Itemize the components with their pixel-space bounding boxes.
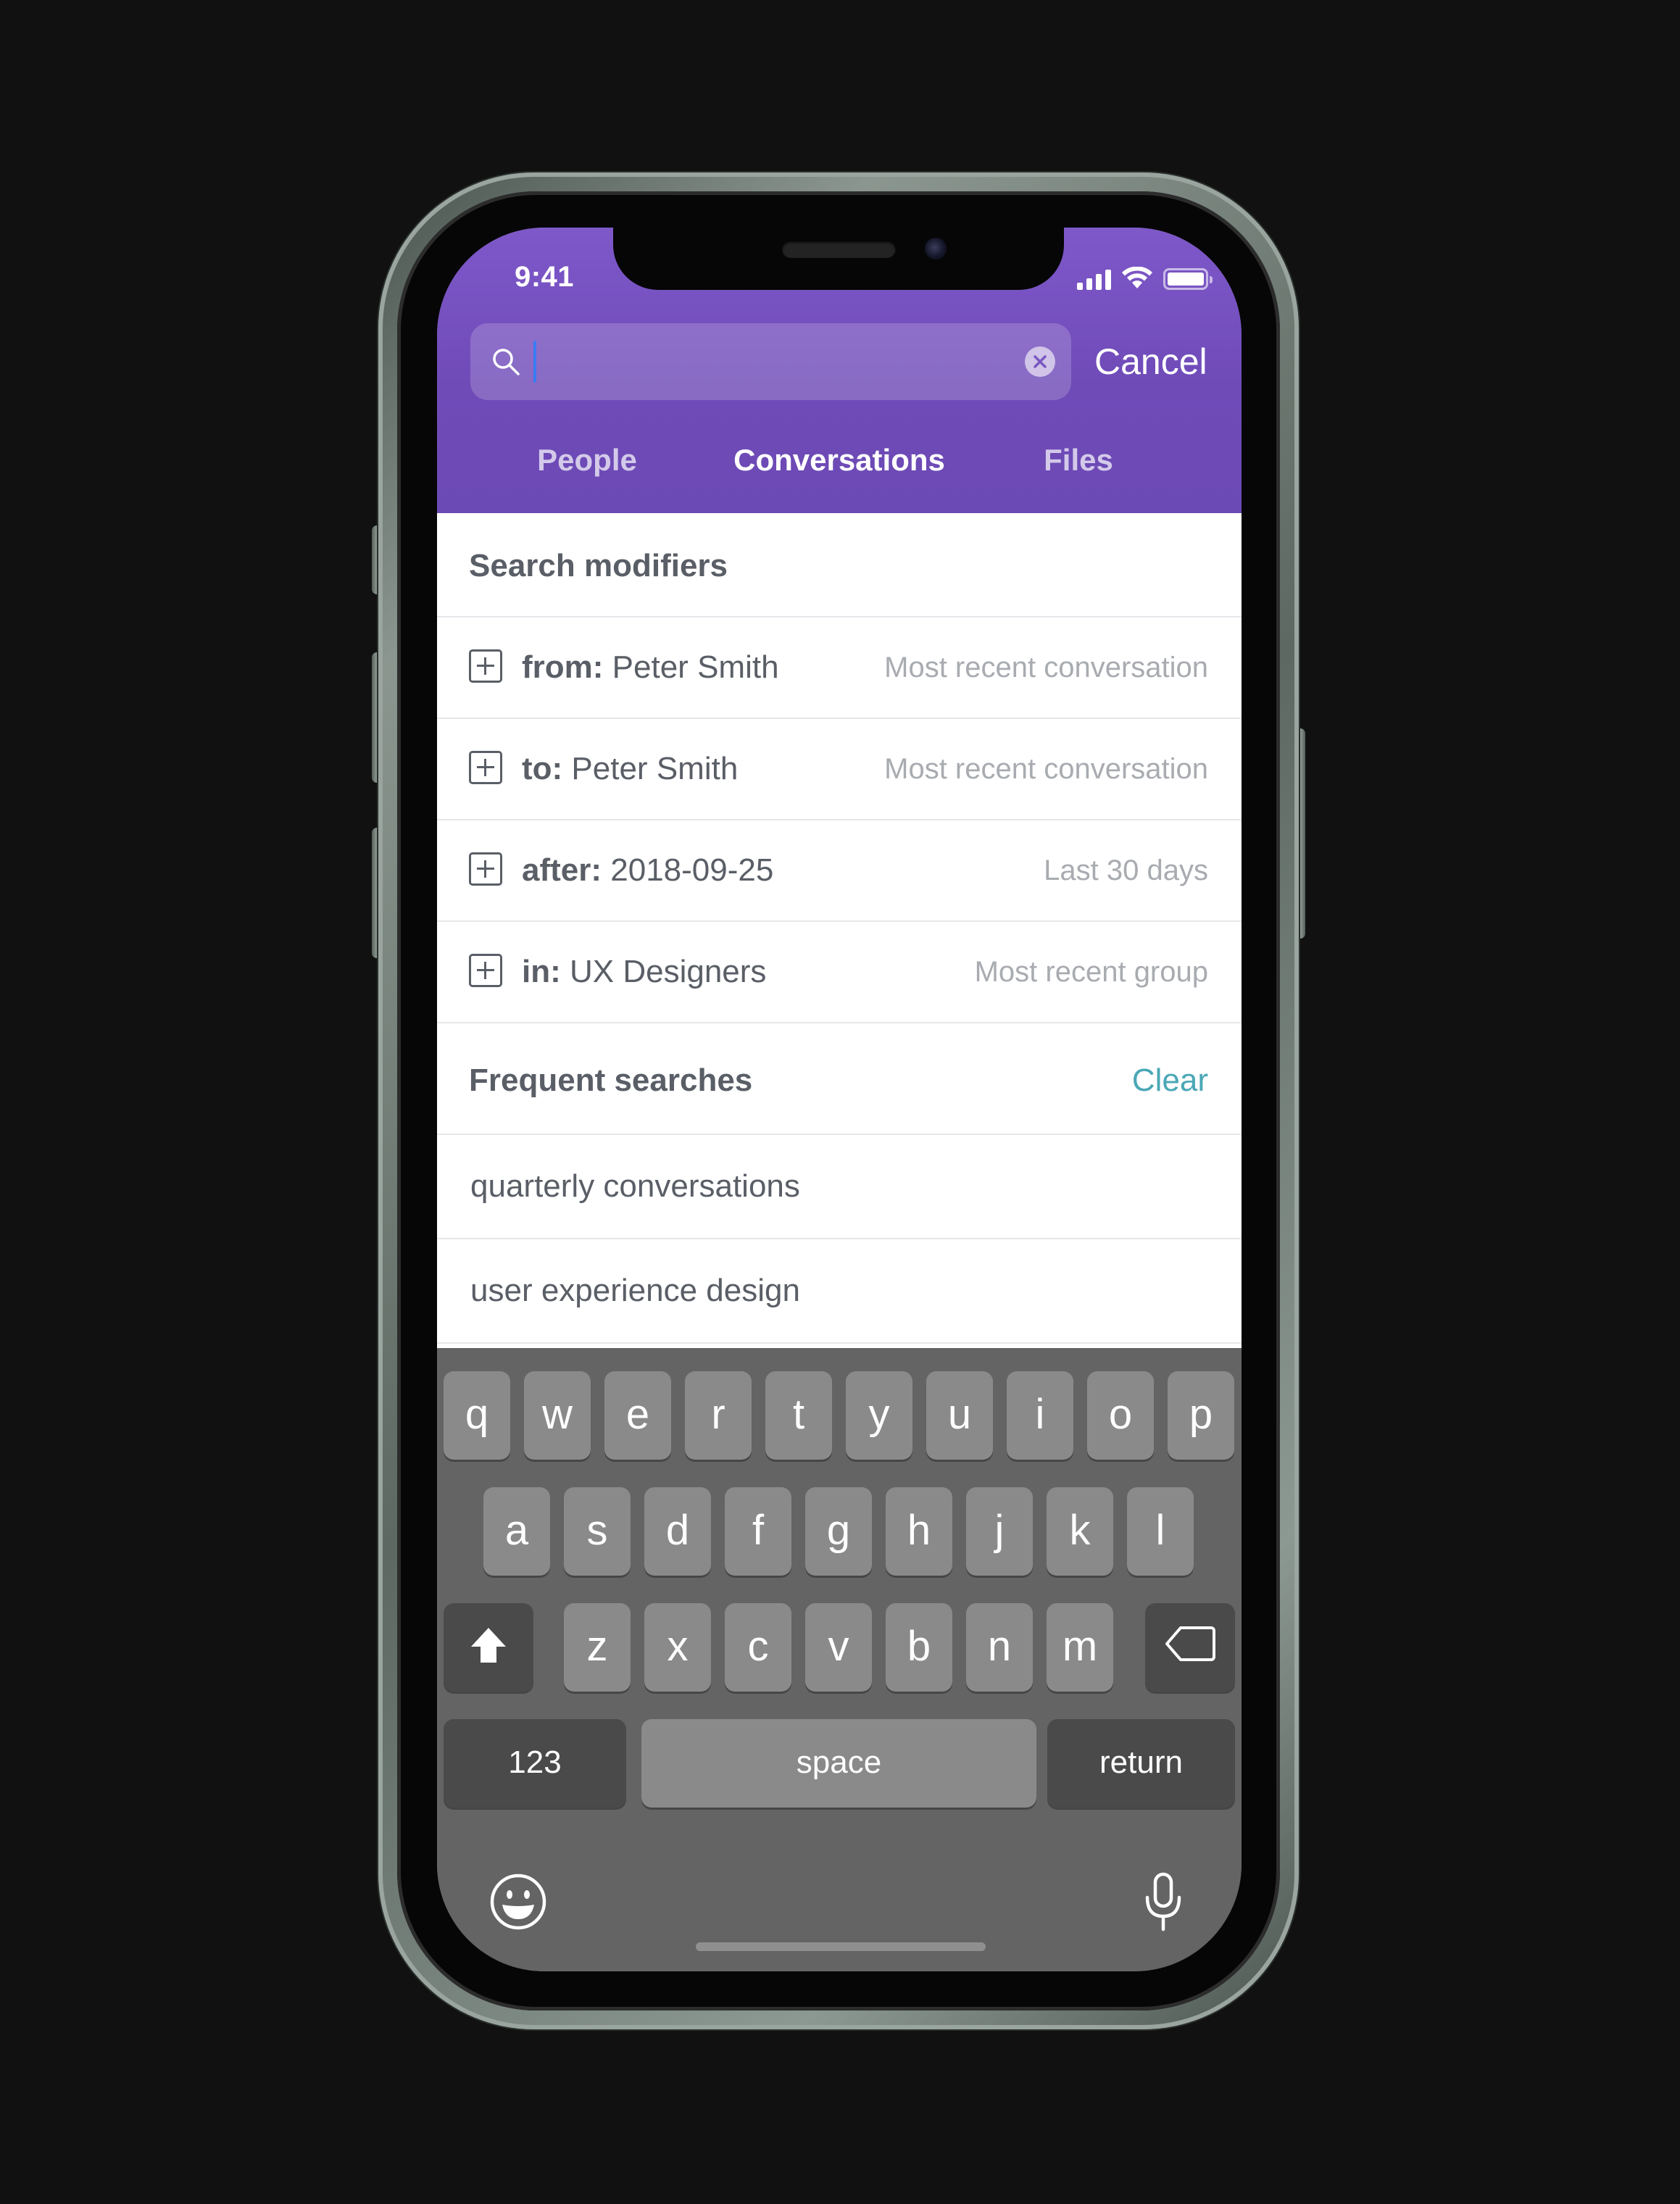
modifier-hint: Last 30 days	[1044, 854, 1208, 886]
divider	[437, 1022, 1242, 1023]
space-key[interactable]: space	[641, 1719, 1036, 1808]
modifier-in[interactable]: in: UX Designers Most recent group	[437, 922, 1242, 1022]
tab-conversations[interactable]: Conversations	[720, 431, 959, 490]
key-e[interactable]: e	[604, 1371, 671, 1460]
search-modifiers-title: Search modifiers	[469, 548, 728, 583]
divider	[437, 1342, 1242, 1344]
shift-icon	[471, 1628, 506, 1663]
key-q[interactable]: q	[444, 1371, 510, 1460]
plus-icon	[469, 852, 502, 886]
modifier-from[interactable]: from: Peter Smith Most recent conversati…	[437, 617, 1242, 718]
key-z[interactable]: z	[564, 1603, 631, 1692]
key-m[interactable]: m	[1047, 1603, 1113, 1692]
on-screen-keyboard: q w e r t y u i o p a s d f g h j k l z …	[437, 1348, 1242, 1971]
frequent-search-text: user experience design	[470, 1273, 800, 1308]
frequent-search-text: quarterly conversations	[470, 1168, 800, 1204]
key-s[interactable]: s	[564, 1487, 631, 1576]
frequent-search-item[interactable]: quarterly conversations	[437, 1135, 1242, 1238]
search-suggestions: Search modifiers from: Peter Smith Most …	[437, 513, 1242, 1348]
delete-key[interactable]	[1145, 1603, 1235, 1692]
cancel-button[interactable]: Cancel	[1094, 323, 1207, 400]
key-a[interactable]: a	[483, 1487, 550, 1576]
tab-files[interactable]: Files	[1024, 431, 1133, 490]
modifier-hint: Most recent conversation	[884, 753, 1208, 785]
key-j[interactable]: j	[966, 1487, 1033, 1576]
frequent-searches-title: Frequent searches	[469, 1063, 753, 1098]
modifier-after[interactable]: after: 2018-09-25 Last 30 days	[437, 820, 1242, 920]
modifier-to[interactable]: to: Peter Smith Most recent conversation	[437, 719, 1242, 819]
numbers-key[interactable]: 123	[444, 1719, 626, 1808]
key-c[interactable]: c	[725, 1603, 791, 1692]
plus-icon	[469, 751, 502, 784]
key-i[interactable]: i	[1007, 1371, 1073, 1460]
search-scope-tabs: People Conversations Files	[437, 431, 1242, 490]
phone-screen: 9:41 Cancel People Conversations Files S…	[437, 228, 1242, 1971]
modifier-label: after: 2018-09-25	[522, 852, 774, 888]
battery-icon	[1163, 268, 1213, 290]
key-k[interactable]: k	[1047, 1487, 1113, 1576]
key-h[interactable]: h	[886, 1487, 952, 1576]
key-d[interactable]: d	[644, 1487, 711, 1576]
key-n[interactable]: n	[966, 1603, 1033, 1692]
key-b[interactable]: b	[886, 1603, 952, 1692]
key-u[interactable]: u	[926, 1371, 993, 1460]
plus-icon	[469, 649, 502, 683]
key-p[interactable]: p	[1168, 1371, 1234, 1460]
modifier-hint: Most recent group	[974, 956, 1208, 988]
tab-people[interactable]: People	[496, 431, 678, 490]
modifier-label: to: Peter Smith	[522, 751, 739, 786]
shift-key[interactable]	[444, 1603, 533, 1692]
key-o[interactable]: o	[1087, 1371, 1154, 1460]
notch	[613, 228, 1064, 290]
status-time: 9:41	[514, 261, 575, 293]
modifier-hint: Most recent conversation	[884, 652, 1208, 683]
clear-frequent-searches-button[interactable]: Clear	[1132, 1063, 1208, 1099]
status-icons	[1077, 265, 1213, 290]
key-g[interactable]: g	[805, 1487, 872, 1576]
return-key[interactable]: return	[1047, 1719, 1235, 1808]
front-camera	[925, 238, 947, 259]
key-w[interactable]: w	[524, 1371, 591, 1460]
search-icon	[493, 349, 520, 375]
text-cursor	[533, 341, 536, 383]
modifier-label: in: UX Designers	[522, 954, 767, 989]
clear-search-icon[interactable]	[1023, 345, 1057, 378]
key-f[interactable]: f	[725, 1487, 791, 1576]
emoji-icon[interactable]	[489, 1873, 547, 1931]
key-t[interactable]: t	[765, 1371, 832, 1460]
earpiece-speaker	[782, 241, 896, 258]
key-l[interactable]: l	[1127, 1487, 1194, 1576]
plus-icon	[469, 954, 502, 987]
key-v[interactable]: v	[805, 1603, 872, 1692]
cellular-signal-icon	[1077, 268, 1111, 290]
search-input[interactable]	[470, 323, 1071, 400]
backspace-icon	[1165, 1626, 1215, 1661]
home-indicator[interactable]	[696, 1942, 986, 1951]
frequent-search-item[interactable]: user experience design	[437, 1239, 1242, 1342]
wifi-icon	[1122, 267, 1152, 288]
key-r[interactable]: r	[685, 1371, 752, 1460]
key-x[interactable]: x	[644, 1603, 711, 1692]
key-y[interactable]: y	[846, 1371, 912, 1460]
modifier-label: from: Peter Smith	[522, 649, 779, 685]
microphone-icon[interactable]	[1144, 1871, 1183, 1932]
